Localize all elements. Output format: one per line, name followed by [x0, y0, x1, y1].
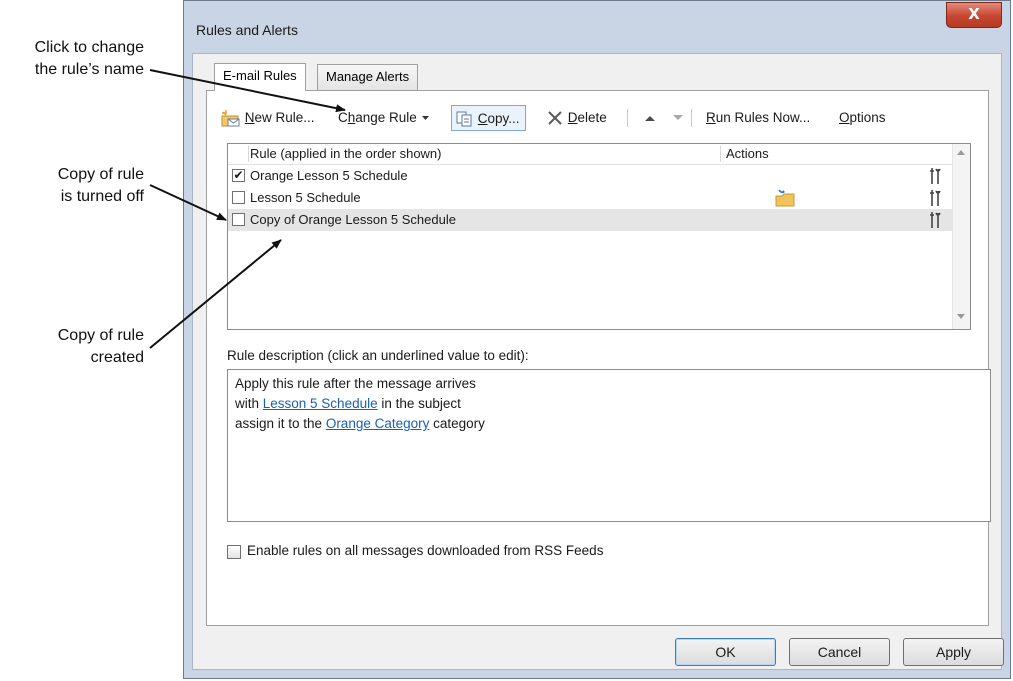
accel-key: R — [706, 110, 716, 125]
column-divider[interactable] — [720, 146, 721, 162]
rule-tools-icon — [930, 190, 941, 206]
move-up-button[interactable] — [643, 105, 657, 131]
description-text: category — [429, 416, 485, 431]
change-rule-label-start: C — [338, 110, 348, 125]
scroll-up-icon[interactable] — [957, 150, 965, 155]
dialog-client-area: E-mail Rules Manage Alerts New Rule... C… — [192, 53, 1004, 670]
rule-description-label: Rule description (click an underlined va… — [227, 348, 529, 363]
rule-row-selected[interactable]: Copy of Orange Lesson 5 Schedule — [228, 209, 953, 231]
close-button[interactable]: X — [946, 2, 1002, 28]
accel-key: O — [839, 110, 850, 125]
callout-copy-turned-off: Copy of rule is turned off — [0, 164, 144, 208]
title-bar[interactable]: Rules and Alerts X — [184, 1, 1010, 53]
callout-line: Copy of rule — [57, 327, 144, 344]
scroll-down-icon[interactable] — [957, 314, 965, 319]
toolbar-separator — [691, 109, 692, 127]
tab-manage-alerts[interactable]: Manage Alerts — [317, 64, 419, 90]
cancel-button[interactable]: Cancel — [789, 638, 890, 666]
list-header: Rule (applied in the order shown) Action… — [228, 144, 953, 165]
column-header-actions[interactable]: Actions — [726, 146, 769, 161]
category-value-link[interactable]: Orange Category — [326, 416, 430, 431]
description-line: assign it to the Orange Category categor… — [235, 414, 983, 434]
rule-enabled-checkbox[interactable] — [232, 191, 245, 204]
rules-list-scrollbar[interactable] — [952, 144, 970, 329]
rss-rules-checkbox[interactable] — [227, 545, 241, 559]
description-text: in the subject — [377, 396, 461, 411]
run-rules-now-label: un Rules Now... — [715, 110, 811, 125]
rule-row[interactable]: ✔ Orange Lesson 5 Schedule — [228, 165, 953, 187]
change-rule-button[interactable]: Change Rule — [338, 105, 430, 131]
copy-label: opy... — [487, 111, 520, 126]
rule-enabled-checkbox[interactable]: ✔ — [232, 169, 245, 182]
description-line: Apply this rule after the message arrive… — [235, 376, 476, 391]
options-button[interactable]: Options — [839, 105, 886, 131]
rules-and-alerts-dialog: Rules and Alerts X E-mail Rules Manage A… — [183, 0, 1011, 679]
new-rule-label: ew Rule... — [254, 110, 315, 125]
callout-copy-created: Copy of rule created — [0, 325, 144, 369]
copy-button[interactable]: Copy... — [451, 105, 526, 131]
delete-label: elete — [577, 110, 607, 125]
subject-value-link[interactable]: Lesson 5 Schedule — [263, 396, 378, 411]
description-text: with — [235, 396, 263, 411]
change-rule-label: ange Rule — [355, 110, 417, 125]
copy-icon — [456, 111, 472, 127]
callout-change-rule-name: Click to change the rule’s name — [0, 37, 144, 81]
rule-tools-icon — [930, 212, 941, 228]
rss-rules-label: Enable rules on all messages downloaded … — [247, 543, 604, 558]
new-rule-icon — [221, 110, 240, 127]
tab-email-rules[interactable]: E-mail Rules — [214, 63, 306, 91]
callout-line: Click to change — [34, 39, 144, 56]
move-down-button[interactable] — [671, 105, 685, 131]
arrow-up-icon — [645, 116, 655, 122]
toolbar-separator — [627, 109, 628, 127]
delete-x-icon — [548, 111, 562, 126]
ok-button[interactable]: OK — [675, 638, 776, 666]
callout-line: Copy of rule — [57, 166, 144, 183]
accel-key: D — [567, 110, 578, 125]
rule-row[interactable]: Lesson 5 Schedule — [228, 187, 953, 209]
chevron-down-icon — [421, 116, 429, 121]
rule-enabled-checkbox[interactable] — [232, 213, 245, 226]
description-line: with Lesson 5 Schedule in the subject — [235, 394, 983, 414]
new-rule-button[interactable]: New Rule... — [221, 105, 315, 131]
delete-button[interactable]: Delete — [546, 105, 607, 131]
callout-line: created — [90, 349, 144, 366]
run-rules-now-button[interactable]: Run Rules Now... — [706, 105, 810, 131]
arrow-down-icon — [673, 115, 683, 121]
rule-name: Lesson 5 Schedule — [250, 190, 361, 205]
rule-name: Orange Lesson 5 Schedule — [250, 168, 408, 183]
accel-key: N — [244, 110, 255, 125]
dialog-title: Rules and Alerts — [196, 22, 298, 38]
column-divider — [248, 146, 249, 162]
rules-list[interactable]: Rule (applied in the order shown) Action… — [227, 143, 971, 330]
close-icon: X — [968, 5, 980, 23]
accel-key: C — [477, 111, 488, 126]
apply-button[interactable]: Apply — [903, 638, 1004, 666]
callout-line: the rule’s name — [34, 61, 144, 78]
rule-name: Copy of Orange Lesson 5 Schedule — [250, 212, 456, 227]
callout-line: is turned off — [60, 188, 144, 205]
options-label: ptions — [849, 110, 886, 125]
column-header-rule[interactable]: Rule (applied in the order shown) — [250, 146, 442, 161]
move-to-folder-icon — [775, 189, 795, 207]
rule-description-box: Apply this rule after the message arrive… — [227, 369, 991, 522]
rule-tools-icon — [930, 168, 941, 184]
description-text: assign it to the — [235, 416, 326, 431]
email-rules-panel: New Rule... Change Rule Copy... Delete R… — [206, 90, 991, 626]
